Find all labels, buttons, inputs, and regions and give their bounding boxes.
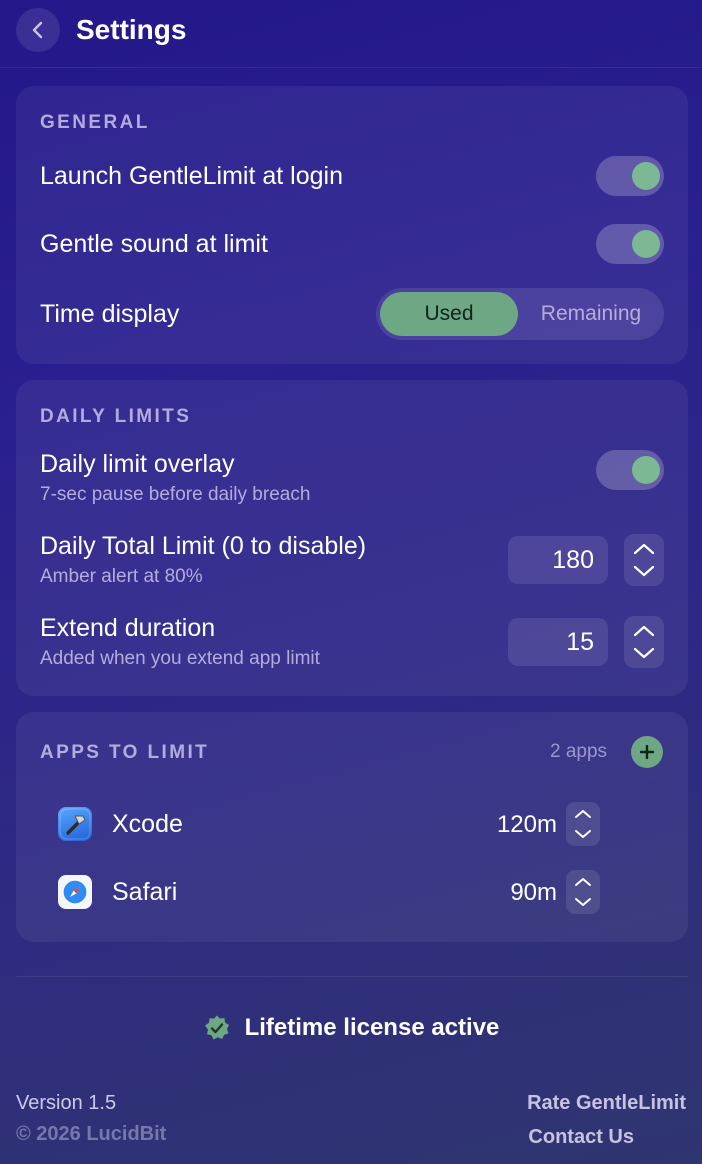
chevron-up-icon	[633, 543, 655, 555]
rate-link[interactable]: Rate GentleLimit	[527, 1092, 686, 1115]
license-status: Lifetime license active	[0, 1014, 702, 1042]
chevron-down-icon	[633, 565, 655, 577]
time-display-label: Time display	[40, 300, 180, 328]
general-card: GENERAL Launch GentleLimit at login Gent…	[16, 86, 688, 364]
time-display-segmented-control: Used Remaining	[376, 288, 664, 340]
daily-total-limit-stepper	[624, 534, 664, 586]
gentle-sound-label: Gentle sound at limit	[40, 230, 268, 258]
daily-overlay-toggle[interactable]	[596, 450, 664, 490]
daily-overlay-sublabel: 7-sec pause before daily breach	[40, 484, 311, 505]
chevron-up-icon	[575, 810, 591, 818]
chevron-down-icon	[633, 647, 655, 659]
launch-at-login-toggle[interactable]	[596, 156, 664, 196]
daily-total-limit-label: Daily Total Limit (0 to disable)	[40, 532, 367, 560]
chevron-left-icon	[32, 21, 43, 39]
compass-icon	[58, 875, 92, 909]
toggle-knob	[632, 230, 660, 258]
increment-button[interactable]	[624, 538, 664, 560]
chevron-up-icon	[575, 878, 591, 886]
add-app-button[interactable]	[631, 736, 663, 768]
app-limit-value: 120m	[496, 811, 557, 838]
extend-duration-sublabel: Added when you extend app limit	[40, 648, 320, 669]
time-display-used-option[interactable]: Used	[380, 292, 518, 336]
increment-button[interactable]	[624, 620, 664, 642]
apps-count: 2 apps	[550, 741, 608, 762]
app-limit-stepper	[566, 802, 600, 846]
license-text: Lifetime license active	[244, 1014, 500, 1041]
back-button[interactable]	[16, 8, 60, 52]
app-name: Xcode	[112, 810, 183, 838]
increment-button[interactable]	[566, 805, 600, 823]
daily-limits-card: DAILY LIMITS Daily limit overlay 7-sec p…	[16, 380, 688, 696]
footer-divider	[16, 976, 688, 977]
launch-at-login-label: Launch GentleLimit at login	[40, 162, 343, 190]
extend-duration-input[interactable]: 15	[508, 618, 608, 666]
header: Settings	[0, 0, 702, 68]
hammer-icon	[58, 807, 92, 841]
increment-button[interactable]	[566, 873, 600, 891]
daily-overlay-label: Daily limit overlay	[40, 450, 235, 478]
daily-total-limit-input[interactable]: 180	[508, 536, 608, 584]
plus-icon	[640, 745, 654, 759]
extend-duration-label: Extend duration	[40, 614, 216, 642]
apps-to-limit-card: APPS TO LIMIT 2 apps Xcode 120m Safari 9…	[16, 712, 688, 942]
decrement-button[interactable]	[624, 560, 664, 582]
verified-badge-icon	[204, 1015, 229, 1040]
app-limit-value: 90m	[510, 879, 557, 906]
daily-total-limit-sublabel: Amber alert at 80%	[40, 566, 203, 587]
copyright-label: © 2026 LucidBit	[16, 1123, 167, 1145]
version-label: Version 1.5	[16, 1092, 117, 1114]
general-section-title: GENERAL	[40, 112, 150, 133]
contact-link[interactable]: Contact Us	[528, 1126, 634, 1149]
page-title: Settings	[76, 14, 187, 45]
chevron-down-icon	[575, 898, 591, 906]
extend-duration-stepper	[624, 616, 664, 668]
chevron-down-icon	[575, 830, 591, 838]
app-name: Safari	[112, 878, 178, 906]
decrement-button[interactable]	[624, 642, 664, 664]
daily-limits-section-title: DAILY LIMITS	[40, 406, 192, 427]
gentle-sound-toggle[interactable]	[596, 224, 664, 264]
decrement-button[interactable]	[566, 893, 600, 911]
chevron-up-icon	[633, 625, 655, 637]
apps-section-title: APPS TO LIMIT	[40, 742, 210, 763]
time-display-remaining-option[interactable]: Remaining	[522, 292, 660, 336]
decrement-button[interactable]	[566, 825, 600, 843]
app-limit-stepper	[566, 870, 600, 914]
toggle-knob	[632, 162, 660, 190]
toggle-knob	[632, 456, 660, 484]
